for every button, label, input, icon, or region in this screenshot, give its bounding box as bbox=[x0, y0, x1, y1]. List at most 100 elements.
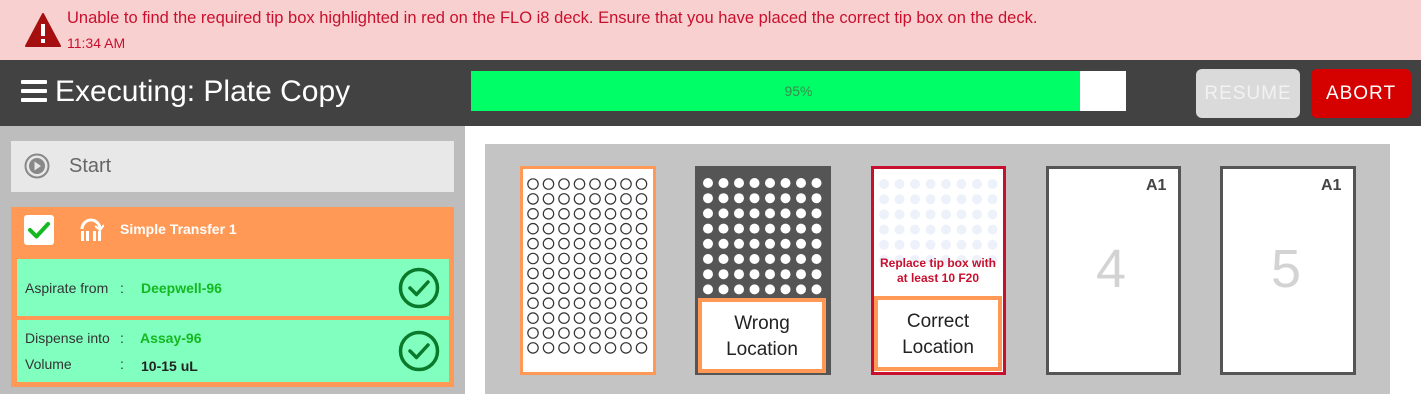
volume-value: 10-15 uL bbox=[141, 358, 198, 374]
well bbox=[703, 238, 713, 249]
well bbox=[718, 193, 729, 204]
well bbox=[749, 269, 760, 280]
well bbox=[620, 267, 632, 280]
well bbox=[811, 254, 822, 264]
well bbox=[558, 193, 570, 205]
well bbox=[780, 223, 791, 234]
well bbox=[542, 342, 555, 354]
check-circle-icon bbox=[398, 267, 440, 309]
well bbox=[558, 342, 570, 354]
well bbox=[589, 252, 601, 265]
well bbox=[635, 282, 648, 295]
well bbox=[558, 252, 570, 265]
well bbox=[811, 178, 822, 188]
well bbox=[620, 297, 632, 309]
well bbox=[910, 179, 920, 189]
well bbox=[718, 269, 729, 280]
well bbox=[734, 284, 744, 295]
well bbox=[734, 269, 744, 280]
well bbox=[542, 282, 555, 295]
check-circle-icon bbox=[398, 330, 440, 372]
well bbox=[589, 342, 601, 354]
well bbox=[573, 312, 586, 324]
well bbox=[879, 209, 889, 220]
wrong-location-label: Wrong Location bbox=[698, 298, 826, 373]
well bbox=[635, 237, 648, 250]
well bbox=[703, 193, 713, 204]
well bbox=[879, 239, 889, 250]
well bbox=[604, 342, 617, 354]
well bbox=[620, 252, 632, 265]
well bbox=[558, 207, 570, 220]
well bbox=[558, 297, 570, 309]
well bbox=[558, 267, 570, 280]
well bbox=[987, 239, 998, 250]
well bbox=[703, 208, 713, 219]
well bbox=[894, 224, 905, 235]
well bbox=[589, 222, 601, 235]
well bbox=[910, 239, 920, 250]
well bbox=[749, 178, 760, 188]
well bbox=[972, 209, 982, 220]
well bbox=[925, 239, 936, 250]
well bbox=[589, 178, 601, 190]
well bbox=[573, 178, 586, 190]
well bbox=[542, 222, 555, 235]
hamburger-menu-icon[interactable] bbox=[21, 80, 47, 104]
well bbox=[718, 208, 729, 219]
well bbox=[734, 178, 744, 188]
well bbox=[765, 238, 775, 249]
well bbox=[703, 223, 713, 234]
well bbox=[894, 209, 905, 220]
well bbox=[589, 207, 601, 220]
well bbox=[604, 282, 617, 295]
well bbox=[589, 237, 601, 250]
abort-button[interactable]: ABORT bbox=[1311, 69, 1411, 118]
well bbox=[734, 208, 744, 219]
aspirate-value: Deepwell-96 bbox=[141, 280, 222, 296]
well bbox=[796, 238, 806, 249]
well bbox=[635, 327, 648, 339]
well bbox=[542, 193, 555, 205]
well bbox=[635, 312, 648, 324]
well bbox=[780, 178, 791, 188]
well bbox=[972, 224, 982, 235]
well bbox=[558, 327, 570, 339]
well bbox=[941, 239, 951, 250]
well bbox=[749, 208, 760, 219]
well bbox=[780, 269, 791, 280]
well bbox=[589, 193, 601, 205]
well bbox=[573, 297, 586, 309]
well bbox=[796, 178, 806, 188]
well bbox=[956, 179, 967, 189]
resume-button[interactable]: RESUME bbox=[1196, 69, 1300, 118]
slot-4-corner-label: A1 bbox=[1146, 177, 1167, 194]
well bbox=[635, 193, 648, 205]
well bbox=[734, 223, 744, 234]
well bbox=[604, 237, 617, 250]
well bbox=[796, 269, 806, 280]
well bbox=[542, 267, 555, 280]
well bbox=[542, 178, 555, 190]
well bbox=[765, 223, 775, 234]
well bbox=[734, 238, 744, 249]
well bbox=[527, 282, 539, 295]
well bbox=[941, 209, 951, 220]
well bbox=[811, 269, 822, 280]
dispense-colon: : bbox=[120, 330, 124, 346]
well bbox=[941, 179, 951, 189]
well bbox=[987, 209, 998, 220]
well bbox=[956, 209, 967, 220]
well bbox=[796, 223, 806, 234]
well bbox=[910, 209, 920, 220]
well bbox=[589, 297, 601, 309]
well bbox=[620, 193, 632, 205]
well bbox=[573, 193, 586, 205]
well bbox=[589, 282, 601, 295]
progress-label: 95% bbox=[784, 83, 813, 99]
well bbox=[734, 254, 744, 264]
deck-slot-1[interactable] bbox=[520, 166, 656, 375]
well bbox=[573, 222, 586, 235]
volume-colon: : bbox=[120, 356, 124, 372]
well bbox=[620, 342, 632, 354]
